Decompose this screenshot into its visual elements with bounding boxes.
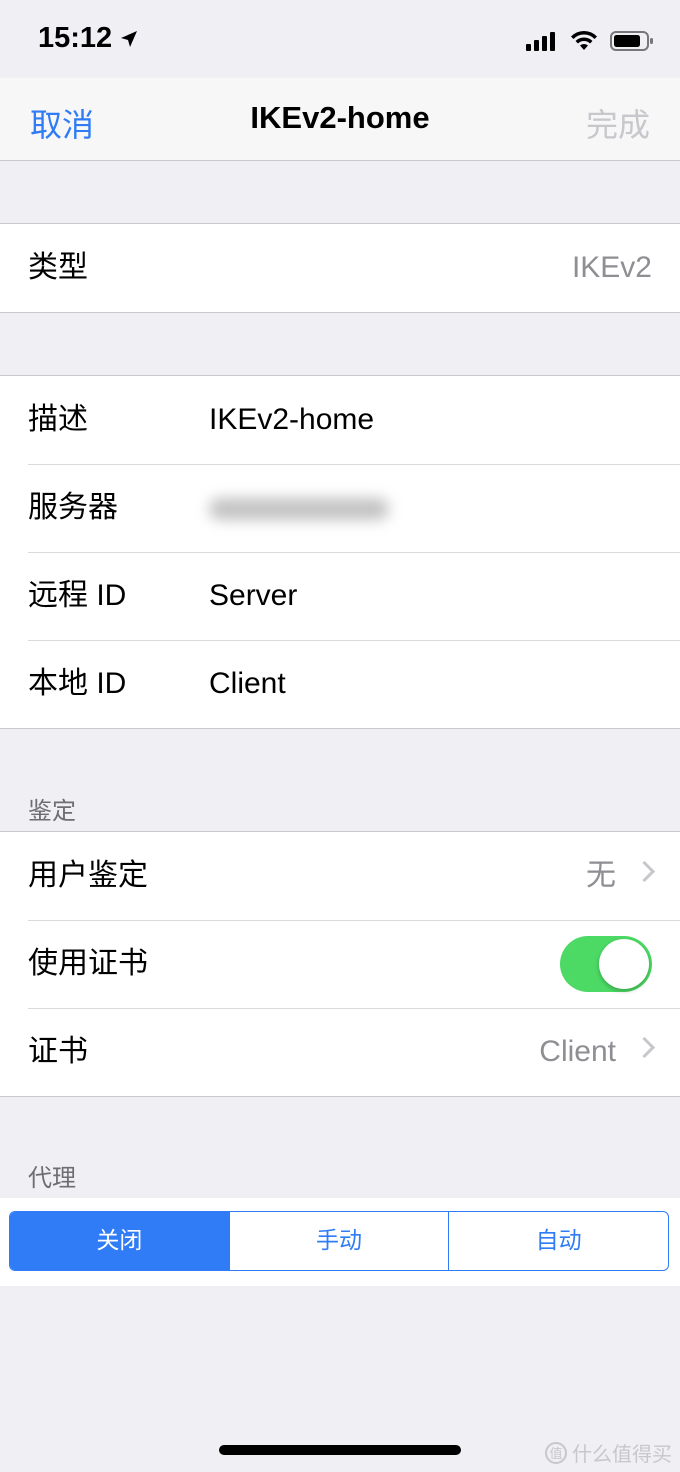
description-row[interactable]: 描述 IKEv2-home [0,376,680,464]
server-label: 服务器 [28,491,118,524]
type-group: 类型 IKEv2 [0,223,680,313]
local-id-row[interactable]: 本地 ID Client [0,640,680,728]
local-id-field[interactable]: Client [209,640,286,728]
use-cert-toggle[interactable] [560,936,652,992]
proxy-option-manual[interactable]: 手动 [228,1212,449,1270]
proxy-segmented-control: 关闭 手动 自动 [9,1211,669,1271]
chevron-right-icon [633,1036,656,1059]
remote-id-row[interactable]: 远程 ID Server [0,552,680,640]
details-group: 描述 IKEv2-home 服务器 远程 ID Server 本地 ID Cli… [0,375,680,729]
time-label: 15:12 [38,22,113,54]
done-button[interactable]: 完成 [586,100,650,146]
home-indicator[interactable] [219,1445,461,1455]
proxy-option-off[interactable]: 关闭 [10,1212,229,1270]
server-row[interactable]: 服务器 [0,464,680,552]
wifi-icon [571,30,597,50]
location-arrow-icon [121,30,138,47]
toggle-knob [599,939,649,989]
local-id-label: 本地 ID [28,667,127,700]
battery-icon [610,31,653,51]
remote-id-field[interactable]: Server [209,552,297,640]
user-auth-label: 用户鉴定 [28,859,148,892]
use-cert-label: 使用证书 [28,947,148,980]
proxy-option-auto[interactable]: 自动 [448,1212,668,1270]
cert-row[interactable]: 证书 Client [0,1008,680,1096]
remote-id-label: 远程 ID [28,579,127,612]
auth-group: 用户鉴定 无 使用证书 证书 Client [0,831,680,1097]
cert-label: 证书 [28,1035,88,1068]
svg-text:值: 值 [549,1446,562,1462]
status-bar-icons [526,30,654,52]
watermark-text: 什么值得买 [572,1444,672,1466]
navigation-bar: 取消 IKEv2-home 完成 [0,78,680,161]
user-auth-value: 无 [586,859,616,892]
cert-value: Client [539,1035,616,1068]
user-auth-row[interactable]: 用户鉴定 无 [0,832,680,920]
description-label: 描述 [28,403,88,436]
status-bar-time: 15:12 [38,22,138,55]
use-cert-row: 使用证书 [0,920,680,1008]
type-label: 类型 [28,251,88,284]
server-field-redacted[interactable] [209,498,389,520]
page-title: IKEv2-home [250,100,430,135]
auth-section-header: 鉴定 [28,798,76,825]
signal-icon [526,32,555,51]
description-field[interactable]: IKEv2-home [209,376,374,464]
watermark-logo-icon: 值 [545,1441,567,1464]
type-row[interactable]: 类型 IKEv2 [0,224,680,312]
watermark: 值 什么值得买 [544,1438,672,1467]
type-value: IKEv2 [571,251,652,284]
proxy-section-header: 代理 [28,1165,76,1192]
proxy-group: 关闭 手动 自动 [0,1198,680,1286]
chevron-right-icon [633,860,656,883]
